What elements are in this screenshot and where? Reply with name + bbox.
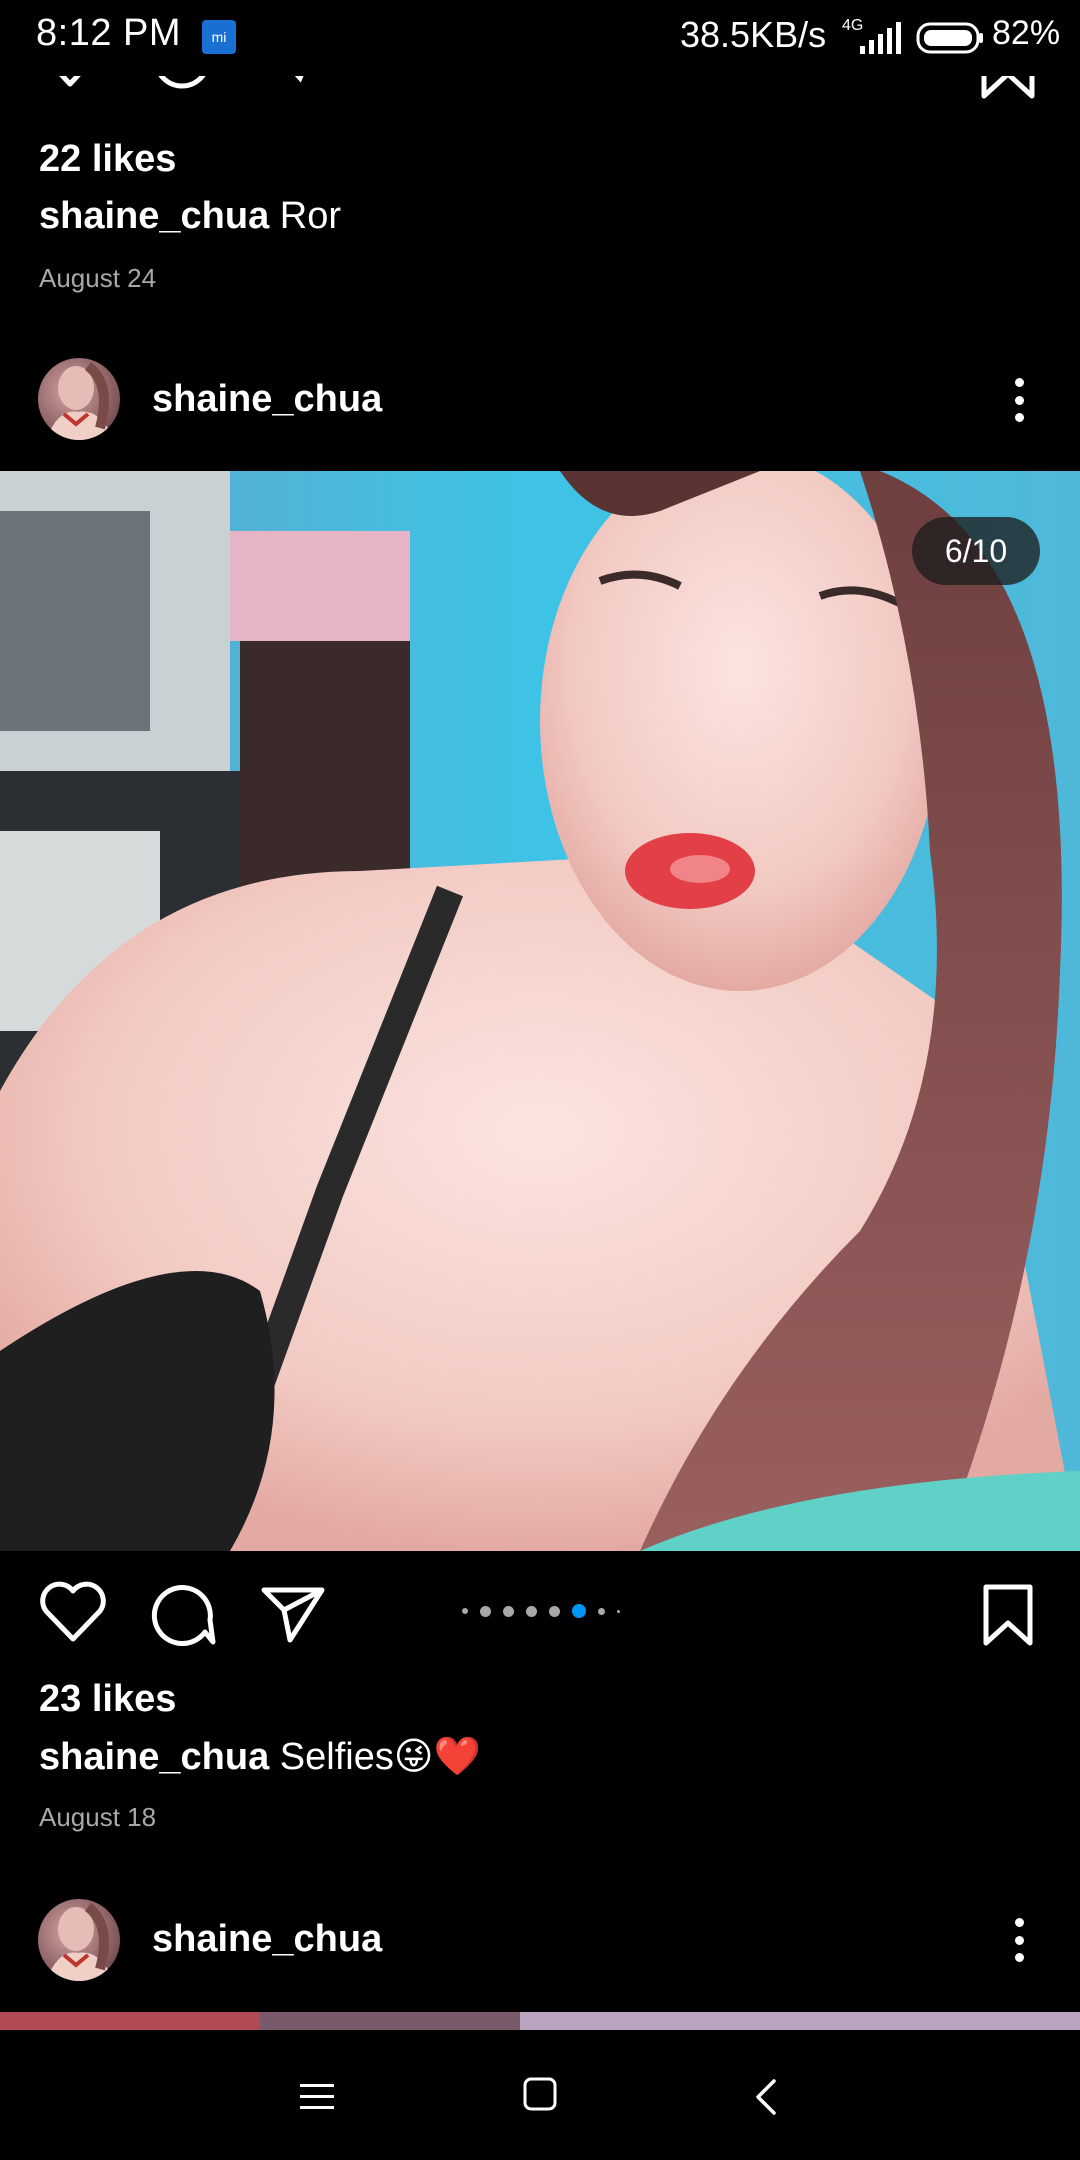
system-nav-bar xyxy=(0,2030,1080,2160)
comment-icon[interactable] xyxy=(150,1580,216,1646)
caption-username[interactable]: shaine_chua xyxy=(39,1736,269,1778)
network-speed: 38.5KB/s xyxy=(680,14,827,55)
back-icon[interactable] xyxy=(754,2078,778,2116)
next-post-username[interactable]: shaine_chua xyxy=(152,1918,382,1961)
battery-percent: 82% xyxy=(992,14,1061,52)
signal-icon xyxy=(860,22,901,54)
post-username[interactable]: shaine_chua xyxy=(152,378,382,421)
caption-text: Ror xyxy=(279,195,342,237)
previous-post-caption: shaine_chua Ror xyxy=(39,195,341,238)
bookmark-icon[interactable] xyxy=(982,1583,1034,1647)
more-options-icon[interactable] xyxy=(1009,1918,1029,1962)
caption-username[interactable]: shaine_chua xyxy=(39,195,269,237)
previous-post-likes[interactable]: 22 likes xyxy=(39,138,176,181)
post-likes[interactable]: 23 likes xyxy=(39,1678,176,1721)
carousel-indicator xyxy=(462,1604,620,1618)
avatar-image xyxy=(46,1903,114,1981)
post-date: August 18 xyxy=(39,1802,157,1832)
caption-text: Selfies😜❤️ xyxy=(279,1736,481,1778)
status-time: 8:12 PM xyxy=(36,12,182,54)
battery-icon xyxy=(916,22,983,54)
avatar[interactable] xyxy=(38,1899,120,1981)
heart-icon[interactable] xyxy=(38,1581,108,1643)
previous-post-date: August 24 xyxy=(39,263,157,293)
status-bar: 8:12 PM mi 38.5KB/s 4G 82% xyxy=(0,0,1080,76)
home-square-icon[interactable] xyxy=(522,2076,558,2112)
menu-icon[interactable] xyxy=(298,2082,336,2112)
post-caption: shaine_chua Selfies😜❤️ xyxy=(39,1734,481,1779)
avatar[interactable] xyxy=(38,358,120,440)
more-options-icon[interactable] xyxy=(1009,378,1029,422)
next-post-photo-image xyxy=(0,2012,1080,2030)
carousel-active-dot xyxy=(572,1604,586,1618)
carousel-counter: 6/10 xyxy=(912,517,1040,585)
avatar-image xyxy=(46,362,114,440)
mi-app-icon: mi xyxy=(202,20,236,54)
next-post-photo[interactable] xyxy=(0,2012,1080,2030)
post-photo[interactable] xyxy=(0,471,1080,1551)
post-photo-image xyxy=(0,471,1080,1551)
share-icon[interactable] xyxy=(260,1584,326,1644)
